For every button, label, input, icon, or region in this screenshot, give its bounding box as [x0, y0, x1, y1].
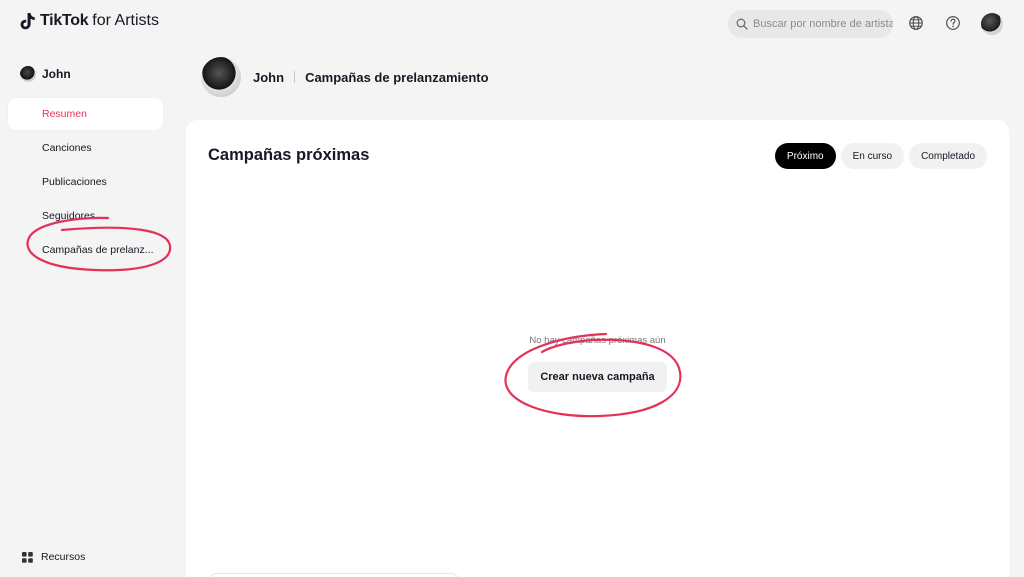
- breadcrumb-artist[interactable]: John: [253, 70, 284, 85]
- sidebar: John Resumen Canciones Publicaciones Seg…: [0, 48, 180, 577]
- app-logo[interactable]: TikTok for Artists: [20, 12, 159, 30]
- search-icon: [736, 18, 748, 30]
- recursos-label: Recursos: [41, 551, 86, 563]
- globe-icon[interactable]: [908, 15, 924, 31]
- sidebar-item-campanas[interactable]: Campañas de prelanz...: [8, 234, 163, 266]
- sidebar-nav: Resumen Canciones Publicaciones Seguidor…: [8, 98, 163, 268]
- account-avatar[interactable]: [981, 13, 1003, 35]
- help-icon[interactable]: [945, 15, 961, 31]
- artist-switcher[interactable]: John: [20, 66, 71, 82]
- artist-avatar: [20, 66, 36, 82]
- campaign-status-tabs: Próximo En curso Completado: [774, 143, 987, 169]
- empty-state-message: No hay campañas próximas aún: [529, 335, 666, 346]
- card-bottom-edge: [210, 573, 458, 577]
- brand-name: TikTok: [40, 12, 89, 29]
- tab-proximo[interactable]: Próximo: [774, 143, 836, 169]
- artist-name: John: [42, 67, 71, 81]
- sidebar-item-label: Canciones: [42, 142, 92, 154]
- tiktok-logo-icon: [20, 13, 35, 30]
- search-input[interactable]: [753, 18, 893, 30]
- tab-completado[interactable]: Completado: [909, 143, 987, 169]
- sidebar-item-label: Seguidores: [42, 210, 96, 222]
- create-campaign-button[interactable]: Crear nueva campaña: [528, 362, 667, 392]
- sidebar-item-canciones[interactable]: Canciones: [8, 132, 163, 164]
- sidebar-item-label: Publicaciones: [42, 176, 107, 188]
- breadcrumb-divider: [294, 71, 296, 83]
- brand-suffix: for Artists: [92, 12, 159, 29]
- tab-en-curso[interactable]: En curso: [840, 143, 905, 169]
- sidebar-item-label: Campañas de prelanz...: [42, 244, 154, 256]
- grid-icon: [22, 551, 33, 563]
- section-title: Campañas próximas: [208, 146, 370, 164]
- page-title: Campañas de prelanzamiento: [305, 69, 489, 85]
- page-header: John Campañas de prelanzamiento: [201, 57, 489, 97]
- sidebar-item-seguidores[interactable]: Seguidores: [8, 200, 163, 232]
- artist-profile-photo: [201, 57, 241, 97]
- artist-search[interactable]: [728, 10, 893, 38]
- campaigns-card: Campañas próximas Próximo En curso Compl…: [186, 120, 1009, 577]
- sidebar-item-publicaciones[interactable]: Publicaciones: [8, 166, 163, 198]
- top-bar: TikTok for Artists: [0, 0, 1024, 48]
- sidebar-item-label: Resumen: [42, 108, 87, 120]
- sidebar-item-resumen[interactable]: Resumen: [8, 98, 163, 130]
- sidebar-item-recursos[interactable]: Recursos: [22, 551, 85, 563]
